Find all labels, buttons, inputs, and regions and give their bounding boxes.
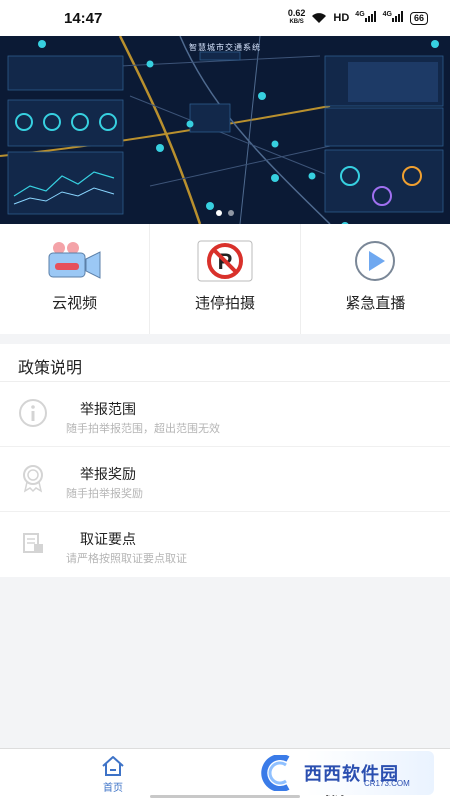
policy-item-desc: 随手拍举报奖励 (66, 488, 143, 500)
policy-item-name: 举报范围 (80, 401, 136, 417)
video-camera-icon (47, 240, 103, 282)
battery-icon: 66 (409, 11, 428, 25)
emergency-live-label: 紧急直播 (345, 295, 406, 312)
status-time: 14:47 (64, 9, 103, 27)
network-speed: 0.62 KB/S (288, 9, 306, 27)
nav-home-label: 首页 (103, 783, 123, 794)
watermark-sub: CR173.COM (364, 779, 410, 788)
cloud-video-button[interactable]: 云视频 (0, 224, 151, 334)
policy-item-evidence-points[interactable]: 取证要点 请严格按照取证要点取证 (0, 512, 450, 577)
play-icon (347, 240, 403, 282)
watermark-logo: 西西软件园 CR173.COM (252, 751, 434, 795)
status-indicators: 0.62 KB/S HD 4G 4G 66 (288, 9, 428, 27)
document-icon (23, 533, 43, 553)
policy-item-desc: 请严格按照取证要点取证 (66, 553, 187, 565)
network-speed-unit: KB/S (289, 19, 304, 25)
carousel-indicator (0, 210, 450, 216)
quick-actions: 云视频 P 违停拍摄 紧急直播 (0, 224, 450, 334)
cloud-video-label: 云视频 (52, 295, 98, 312)
carousel-dot-active[interactable] (216, 210, 222, 216)
wifi-icon (312, 13, 327, 23)
home-icon (102, 756, 124, 776)
home-indicator (150, 795, 300, 798)
signal-icon (364, 11, 376, 22)
hd-label: HD (333, 12, 350, 24)
signal-icon (391, 11, 403, 22)
banner-title: 智慧城市交通系统 (189, 43, 261, 52)
banner-carousel[interactable]: 智慧城市交通系统 (0, 36, 450, 224)
nav-home[interactable]: 首页 (93, 755, 133, 794)
emergency-live-button[interactable]: 紧急直播 (301, 224, 450, 334)
illegal-parking-button[interactable]: P 违停拍摄 (150, 224, 301, 334)
policy-title: 政策说明 (0, 344, 450, 382)
info-icon (19, 399, 47, 427)
signal-4g-2: 4G (383, 11, 404, 25)
policy-item-report-scope[interactable]: 举报范围 随手拍举报范围，超出范围无效 (0, 382, 450, 447)
signal-4g-1: 4G (355, 11, 376, 25)
signal-4g-1-label: 4G (355, 11, 365, 18)
signal-4g-2-label: 4G (382, 11, 392, 18)
award-icon (23, 465, 43, 493)
policy-item-name: 举报奖励 (80, 466, 136, 482)
policy-item-desc: 随手拍举报范围，超出范围无效 (66, 423, 220, 435)
illegal-parking-label: 违停拍摄 (194, 295, 255, 312)
policy-item-report-reward[interactable]: 举报奖励 随手拍举报奖励 (0, 447, 450, 512)
status-bar: 14:47 0.62 KB/S HD 4G 4G 66 (0, 0, 450, 36)
policy-section: 政策说明 举报范围 随手拍举报范围，超出范围无效 举报奖励 随手拍举报奖励 取证… (0, 344, 450, 577)
no-parking-icon: P (197, 240, 253, 282)
network-speed-value: 0.62 (287, 8, 306, 18)
policy-item-name: 取证要点 (80, 531, 136, 547)
carousel-dot[interactable] (228, 210, 234, 216)
watermark-logo-icon (261, 755, 290, 791)
city-map-illustration (0, 36, 450, 224)
